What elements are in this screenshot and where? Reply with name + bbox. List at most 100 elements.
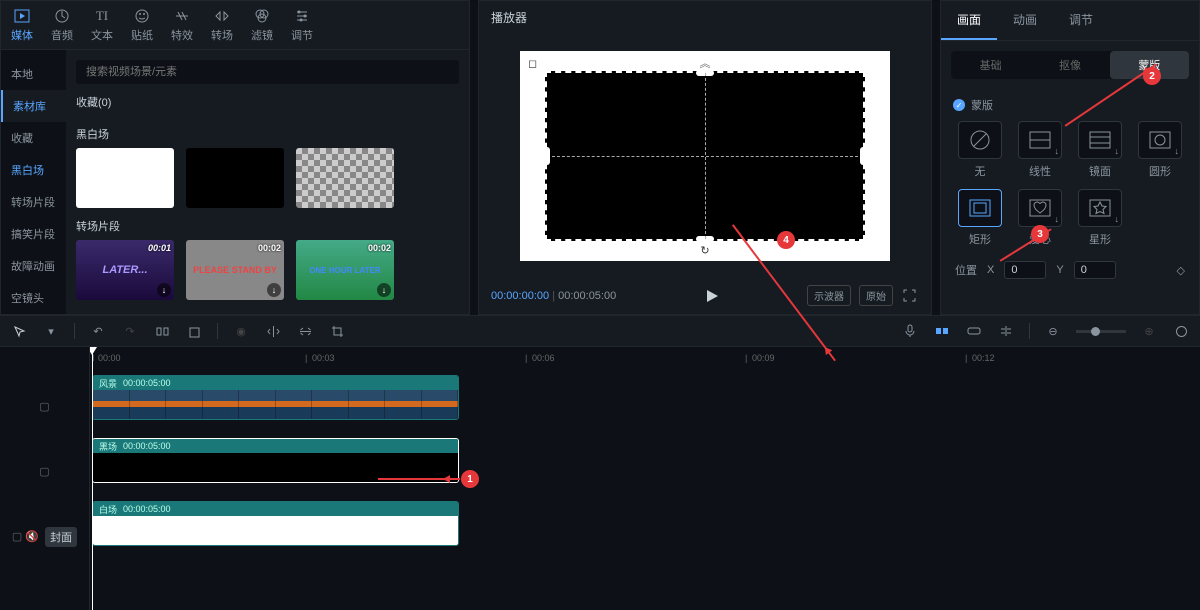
mask-rect[interactable] xyxy=(545,71,865,241)
orig-button[interactable]: 原始 xyxy=(859,285,893,306)
thumb-white[interactable] xyxy=(76,148,174,208)
scope-button[interactable]: 示波器 xyxy=(807,285,851,306)
link-icon[interactable] xyxy=(965,322,983,340)
thumb-later[interactable]: LATER...00:01↓ xyxy=(76,240,174,300)
mic-icon[interactable] xyxy=(901,322,919,340)
tab-filter[interactable]: 滤镜 xyxy=(251,7,273,43)
handle-left[interactable] xyxy=(544,147,550,165)
player-panel: 播放器 ◻ ︽ ↻ 00:00:00:00 | 00:00:05:00 示波器 … xyxy=(478,0,932,315)
track-header-1[interactable]: ▢ xyxy=(0,379,89,434)
clip-black[interactable]: 黑场00:00:05:00 xyxy=(92,438,459,483)
align-icon[interactable] xyxy=(997,322,1015,340)
tab-audio[interactable]: 音频 xyxy=(51,7,73,43)
mask-rect[interactable]: 矩形 xyxy=(955,189,1005,247)
adjust-icon xyxy=(293,7,311,25)
audio-icon xyxy=(53,7,71,25)
split-icon[interactable] xyxy=(153,322,171,340)
media-icon xyxy=(13,7,31,25)
side-empty[interactable]: 空镜头 xyxy=(1,282,66,314)
download-icon[interactable]: ↓ xyxy=(267,283,281,297)
chevron-down-icon[interactable]: ▾ xyxy=(42,322,60,340)
keyframe-icon[interactable]: ◇ xyxy=(1177,264,1185,277)
text-icon: TI xyxy=(93,7,111,25)
mask-linear[interactable]: ↓线性 xyxy=(1015,121,1065,179)
clip-white[interactable]: 白场00:00:05:00 xyxy=(92,501,459,546)
timecode: 00:00:00:00 | 00:00:05:00 xyxy=(491,290,616,302)
zoom-slider[interactable] xyxy=(1076,330,1126,333)
fit-icon[interactable] xyxy=(1172,322,1190,340)
download-icon[interactable]: ↓ xyxy=(157,283,171,297)
chevron-up-icon: ︽ xyxy=(700,55,711,71)
magnet-icon[interactable] xyxy=(933,322,951,340)
record-icon[interactable]: ◉ xyxy=(232,322,250,340)
thumb-hourlater[interactable]: ONE HOUR LATER00:02↓ xyxy=(296,240,394,300)
mask-circle[interactable]: ↓圆形 xyxy=(1135,121,1185,179)
select-tool[interactable] xyxy=(10,322,28,340)
side-library[interactable]: 素材库 xyxy=(1,90,66,122)
insp-tab-anim[interactable]: 动画 xyxy=(997,1,1053,40)
tab-media[interactable]: 媒体 xyxy=(11,7,33,43)
side-trans[interactable]: 转场片段 xyxy=(1,186,66,218)
timeline: ▢ ▢ ▢ 🔇 封面 I00:00 |00:03 |00:06 |00:09 |… xyxy=(0,347,1200,610)
timeline-toolbar: ▾ ↶ ↷ ◉ ⊖ ⊕ xyxy=(0,315,1200,347)
tab-transition[interactable]: 转场 xyxy=(211,7,233,43)
handle-top[interactable] xyxy=(696,70,714,76)
mirror-icon[interactable] xyxy=(264,322,282,340)
timeline-tracks[interactable]: I00:00 |00:03 |00:06 |00:09 |00:12 风景00:… xyxy=(90,347,1200,610)
mask-none[interactable]: 无 xyxy=(955,121,1005,179)
handle-bottom[interactable] xyxy=(696,236,714,242)
download-icon: ↓ xyxy=(1175,146,1180,156)
download-icon[interactable]: ↓ xyxy=(377,283,391,297)
corner-icon: ◻ xyxy=(528,57,537,70)
thumb-black[interactable] xyxy=(186,148,284,208)
zoom-out-icon[interactable]: ⊖ xyxy=(1044,322,1062,340)
undo-icon[interactable]: ↶ xyxy=(89,322,107,340)
track-header-2[interactable]: ▢ xyxy=(0,444,89,499)
thumb-standby[interactable]: PLEASE STAND BY00:02↓ xyxy=(186,240,284,300)
mask-mirror[interactable]: ↓镜面 xyxy=(1075,121,1125,179)
clip-scenery[interactable]: 风景00:00:05:00 xyxy=(92,375,459,420)
thumb-transparent[interactable] xyxy=(296,148,394,208)
side-glitch[interactable]: 故障动画 xyxy=(1,250,66,282)
tab-adjust[interactable]: 调节 xyxy=(291,7,313,43)
pos-y-input[interactable] xyxy=(1074,261,1116,279)
tab-text[interactable]: TI文本 xyxy=(91,7,113,43)
marker-1: 1 xyxy=(461,470,479,488)
rotate-icon[interactable]: ↻ xyxy=(700,244,709,257)
download-icon: ↓ xyxy=(1115,214,1120,224)
playhead[interactable] xyxy=(92,347,93,610)
media-sidebar: 本地 素材库 收藏 黑白场 转场片段 搞笑片段 故障动画 空镜头 片头 xyxy=(1,50,66,314)
fullscreen-icon[interactable] xyxy=(901,287,919,305)
player-title: 播放器 xyxy=(479,1,931,34)
ruler[interactable]: I00:00 |00:03 |00:06 |00:09 |00:12 xyxy=(90,347,1200,371)
zoom-in-icon[interactable]: ⊕ xyxy=(1140,322,1158,340)
delete-icon[interactable] xyxy=(185,322,203,340)
side-funny[interactable]: 搞笑片段 xyxy=(1,218,66,250)
marker-2: 2 xyxy=(1143,67,1161,85)
tab-sticker[interactable]: 贴纸 xyxy=(131,7,153,43)
side-fav[interactable]: 收藏 xyxy=(1,122,66,154)
crop-icon[interactable] xyxy=(328,322,346,340)
side-bw[interactable]: 黑白场 xyxy=(1,154,66,186)
subtab-basic[interactable]: 基础 xyxy=(951,51,1030,79)
play-button[interactable] xyxy=(705,289,719,303)
handle-right[interactable] xyxy=(860,147,866,165)
redo-icon[interactable]: ↷ xyxy=(121,322,139,340)
search-input[interactable] xyxy=(76,60,459,84)
insp-tab-picture[interactable]: 画面 xyxy=(941,1,997,40)
pos-x-input[interactable] xyxy=(1004,261,1046,279)
check-icon[interactable]: ✓ xyxy=(953,99,965,111)
filter-icon xyxy=(253,7,271,25)
download-icon: ↓ xyxy=(1115,146,1120,156)
side-local[interactable]: 本地 xyxy=(1,58,66,90)
preview-canvas[interactable]: ◻ ︽ ↻ xyxy=(520,51,890,261)
tab-effect[interactable]: 特效 xyxy=(171,7,193,43)
insp-tab-adjust[interactable]: 调节 xyxy=(1053,1,1109,40)
mask-star[interactable]: ↓星形 xyxy=(1075,189,1125,247)
arrow-1 xyxy=(378,478,460,480)
flip-icon[interactable] xyxy=(296,322,314,340)
pos-label: 位置 xyxy=(955,262,977,278)
subtab-cutout[interactable]: 抠像 xyxy=(1030,51,1109,79)
marker-3: 3 xyxy=(1031,225,1049,243)
track-header-main[interactable]: ▢ 🔇 封面 xyxy=(0,509,89,564)
